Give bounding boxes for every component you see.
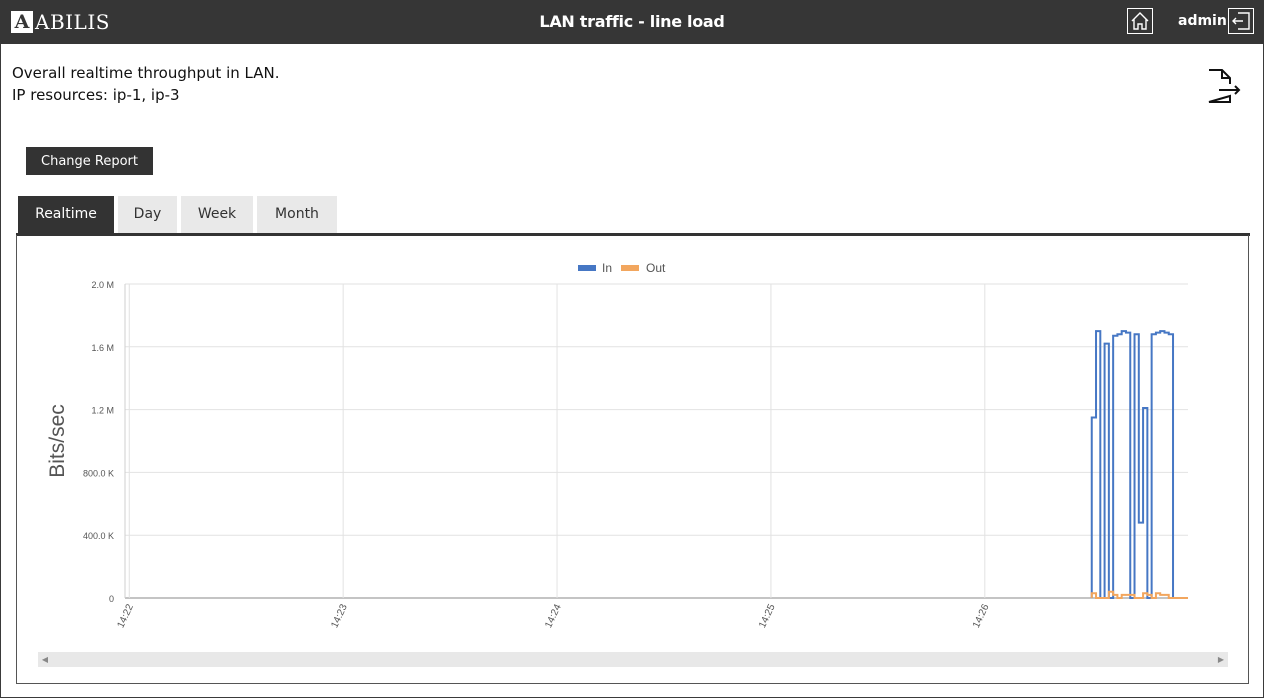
data-point-out [1150,597,1153,599]
data-point-in [1112,335,1114,337]
data-point-in [1095,330,1097,332]
data-point-out [1103,597,1106,599]
scroll-left-icon[interactable]: ◀ [38,652,52,667]
data-point-in [1133,333,1136,336]
tab-month[interactable]: Month [257,196,337,233]
data-point-in [1103,342,1106,345]
y-tick-label: 800.0 K [83,468,114,478]
tab-week[interactable]: Week [181,196,253,233]
data-point-out [1116,597,1119,599]
export-document-icon [1208,69,1241,103]
data-point-out [1112,594,1114,596]
logout-icon [1232,12,1250,30]
data-point-out [1146,594,1149,596]
data-point-out [1172,597,1174,599]
legend-label-in[interactable]: In [602,261,612,275]
y-axis-label: Bits/sec [46,404,69,478]
data-point-out [1138,597,1140,599]
description-line-2: IP resources: ip-1, ip-3 [12,86,180,104]
chart-legend: In Out [578,261,666,275]
data-point-in [1120,330,1123,332]
y-tick-label: 1.2 M [91,406,114,416]
data-point-out [1159,594,1161,596]
data-point-out [1167,597,1170,599]
data-point-out [1108,590,1110,593]
y-tick-label: 2.0 M [91,280,114,290]
legend-label-out[interactable]: Out [646,261,666,275]
data-point-in [1146,597,1149,599]
data-point-out [1099,597,1102,599]
tab-realtime[interactable]: Realtime [18,196,114,233]
x-tick-label: 14:25 [757,602,778,630]
data-point-out [1095,597,1097,599]
data-point-out [1176,597,1179,599]
data-point-out [1133,597,1136,599]
data-point-in [1142,407,1144,409]
data-point-in [1125,331,1127,334]
page-title: LAN traffic - line load [539,12,725,31]
series-line-in [1090,330,1188,599]
data-point-out [1129,594,1132,596]
data-point-in [1155,331,1157,334]
period-tabs: Realtime Day Week Month [18,196,341,233]
export-button[interactable] [1203,66,1243,106]
home-icon [1131,12,1149,30]
data-point-in [1090,416,1093,419]
chart-scrollbar[interactable]: ◀ ▶ [38,652,1228,667]
y-tick-label: 1.6 M [91,343,114,353]
user-name: admin [1178,13,1227,29]
scroll-right-icon[interactable]: ▶ [1214,652,1228,667]
data-point-out [1185,597,1187,599]
change-report-button[interactable]: Change Report [26,147,153,175]
data-point-out [1180,597,1183,599]
x-tick-label: 14:26 [971,602,992,630]
data-point-in [1116,333,1119,336]
x-tick-label: 14:23 [329,602,350,630]
data-point-out [1142,592,1144,595]
home-button[interactable] [1127,8,1153,34]
data-point-out [1163,594,1166,596]
x-tick-label: 14:24 [543,602,564,630]
data-point-out [1125,594,1127,596]
y-tick-label: 400.0 K [83,531,114,541]
throughput-chart: In Out Bits/sec 0 400.0 K 800.0 K 1.2 M 1.6 … [46,261,1188,630]
y-tick-label: 0 [109,594,114,604]
data-point-out [1155,592,1157,595]
data-point-in [1150,333,1153,336]
data-point-in [1163,331,1166,334]
data-point-in [1159,330,1161,332]
legend-swatch-in [578,265,596,271]
logout-button[interactable] [1228,8,1254,34]
description-line-1: Overall realtime throughput in LAN. [12,64,280,82]
data-point-out [1090,592,1093,595]
data-point-in [1167,333,1170,336]
tab-day[interactable]: Day [118,196,177,233]
x-tick-label: 14:22 [115,602,136,630]
legend-swatch-out [621,265,639,271]
data-point-in [1138,521,1140,524]
report-description: Overall realtime throughput in LAN. IP r… [12,62,279,106]
top-bar: A ABILIS LAN traffic - line load admin [0,0,1264,44]
data-point-in [1129,597,1132,599]
data-point-out [1120,594,1123,596]
